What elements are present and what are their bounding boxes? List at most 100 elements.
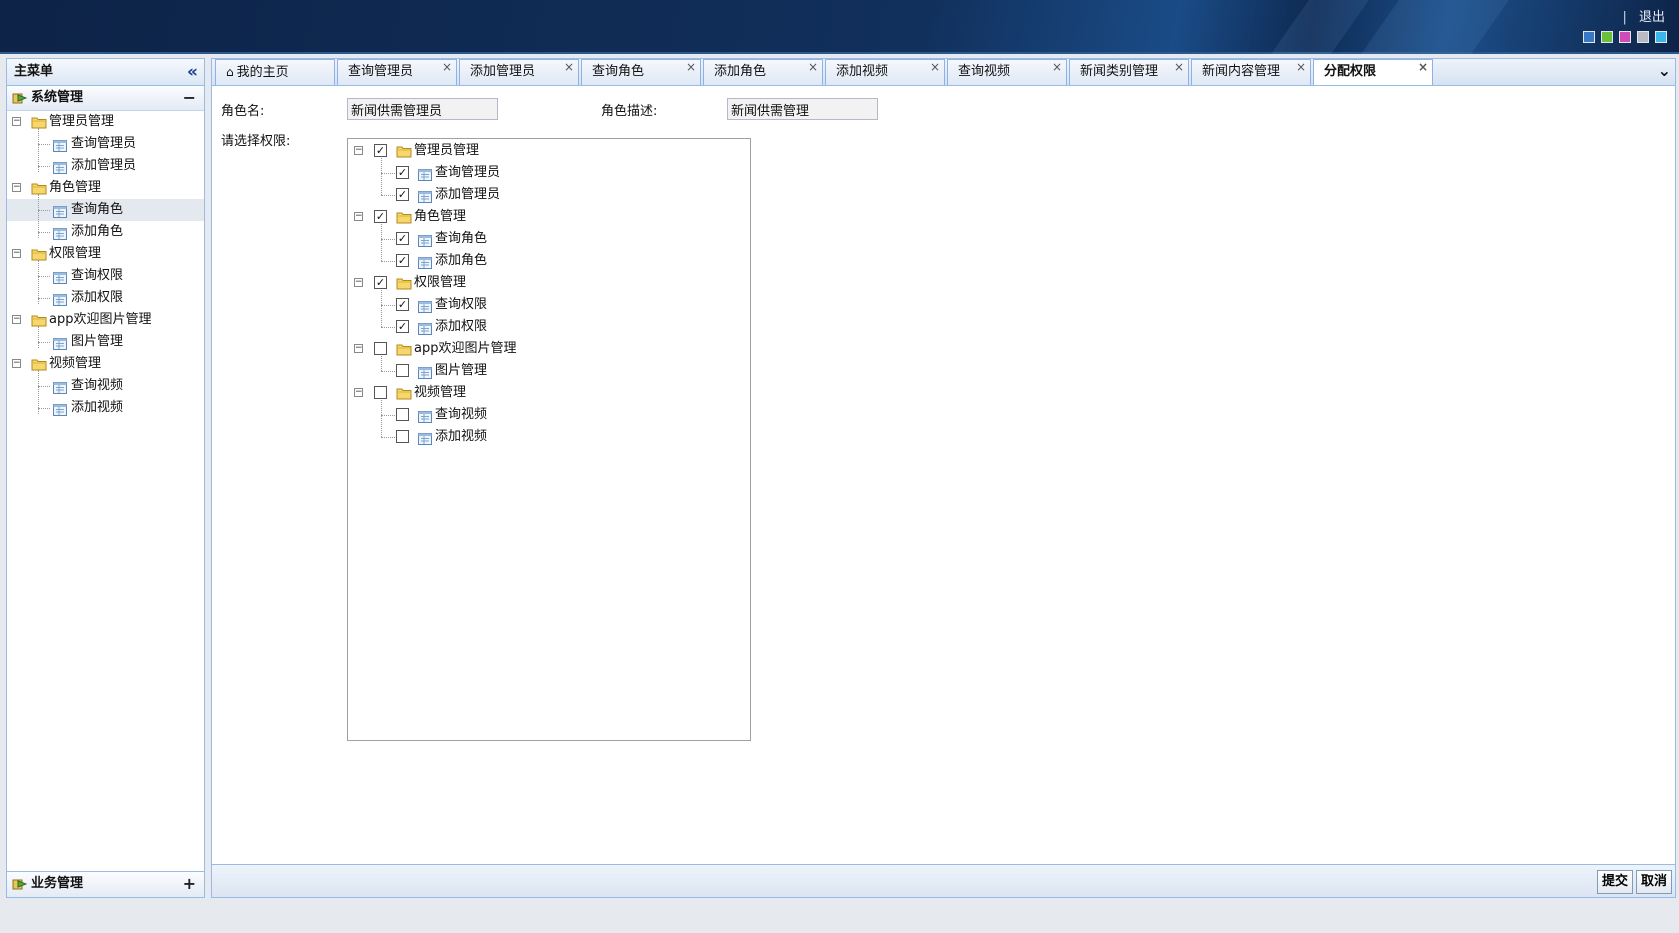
sidebar-item[interactable]: 查询角色	[7, 199, 204, 221]
form-footer: 提交 取消	[212, 864, 1675, 897]
nav-group-row[interactable]: − 权限管理	[7, 243, 204, 265]
check-mark: ✓	[397, 320, 408, 333]
permission-checkbox[interactable]: ✓	[374, 276, 387, 289]
permission-checkbox[interactable]: ✓	[396, 320, 409, 333]
tab-item[interactable]: ⌂ 我的主页	[215, 59, 335, 85]
theme-swatch-pink[interactable]	[1619, 31, 1631, 43]
tab-scroll-down-icon[interactable]: ⌄	[1658, 61, 1671, 80]
permission-checkbox[interactable]: ✓	[396, 188, 409, 201]
tab-close-icon[interactable]: ×	[1174, 55, 1184, 79]
sidebar-collapse-button[interactable]: «	[187, 59, 198, 85]
page-icon	[53, 292, 67, 306]
collapse-icon[interactable]: −	[12, 183, 21, 192]
tab-item[interactable]: 添加角色 ×	[703, 59, 823, 85]
collapse-icon[interactable]: −	[354, 278, 363, 287]
header-decoration	[1361, 0, 1509, 54]
theme-swatch-green[interactable]	[1601, 31, 1613, 43]
sidebar-item[interactable]: 添加视频	[7, 397, 204, 419]
folder-icon	[31, 313, 47, 327]
nav-group-row[interactable]: − 角色管理	[7, 177, 204, 199]
logout-link[interactable]: 退出	[1639, 10, 1665, 25]
permission-checkbox[interactable]: ✓	[396, 298, 409, 311]
permission-checkbox[interactable]: ✓	[396, 232, 409, 245]
permission-checkbox[interactable]	[374, 386, 387, 399]
permission-checkbox[interactable]: ✓	[396, 254, 409, 267]
permission-item-row: ✓ 添加管理员	[348, 184, 750, 206]
page-icon	[53, 138, 67, 152]
sidebar-item-label: 添加权限	[71, 290, 124, 305]
submit-button[interactable]: 提交	[1596, 870, 1633, 894]
tab-close-icon[interactable]: ×	[930, 55, 940, 79]
permission-checkbox[interactable]	[396, 430, 409, 443]
theme-swatch-cyan[interactable]	[1655, 31, 1667, 43]
check-mark: ✓	[397, 232, 408, 245]
role-name-field[interactable]	[347, 98, 498, 120]
nav-group-row[interactable]: − 视频管理	[7, 353, 204, 375]
tab-close-icon[interactable]: ×	[1418, 55, 1428, 79]
role-description-field[interactable]	[727, 98, 878, 120]
sidebar-item-label: 添加管理员	[71, 158, 137, 173]
tab-close-icon[interactable]: ×	[1052, 55, 1062, 79]
cancel-button[interactable]: 取消	[1635, 870, 1672, 894]
header-decoration	[1271, 0, 1369, 54]
folder-icon	[31, 115, 47, 129]
tab-label: 查询视频	[958, 64, 1011, 79]
accordion-system-management[interactable]: 系统管理 −	[7, 86, 204, 111]
collapse-icon[interactable]: −	[354, 212, 363, 221]
sidebar-item[interactable]: 查询视频	[7, 375, 204, 397]
permission-item-row: ✓ 添加角色	[348, 250, 750, 272]
tab-label: 查询管理员	[348, 64, 414, 79]
tab-close-icon[interactable]: ×	[808, 55, 818, 79]
sidebar-item[interactable]: 添加管理员	[7, 155, 204, 177]
tab-label: 新闻类别管理	[1080, 64, 1159, 79]
accordion-business-management[interactable]: 业务管理 +	[7, 872, 204, 897]
theme-swatch-blue[interactable]	[1583, 31, 1595, 43]
tab-close-icon[interactable]: ×	[442, 55, 452, 79]
permission-item-label: 添加视频	[435, 429, 488, 444]
tab-close-icon[interactable]: ×	[686, 55, 696, 79]
theme-swatch-gray[interactable]	[1637, 31, 1649, 43]
permission-item-label: 查询管理员	[435, 165, 501, 180]
collapse-icon[interactable]: −	[354, 388, 363, 397]
nav-group-row[interactable]: − app欢迎图片管理	[7, 309, 204, 331]
sidebar-item[interactable]: 添加角色	[7, 221, 204, 243]
tab-close-icon[interactable]: ×	[1296, 55, 1306, 79]
accordion-expand-icon[interactable]: +	[183, 872, 196, 896]
collapse-icon[interactable]: −	[12, 249, 21, 258]
folder-icon	[396, 210, 412, 224]
tab-item[interactable]: 新闻类别管理 ×	[1069, 59, 1189, 85]
tab-item[interactable]: 新闻内容管理 ×	[1191, 59, 1311, 85]
tab-item[interactable]: 查询管理员 ×	[337, 59, 457, 85]
folder-icon	[31, 181, 47, 195]
sidebar-item[interactable]: 查询管理员	[7, 133, 204, 155]
collapse-icon[interactable]: −	[12, 315, 21, 324]
tab-item[interactable]: 分配权限 ×	[1313, 59, 1433, 86]
permission-checkbox[interactable]: ✓	[396, 166, 409, 179]
tab-item[interactable]: 添加视频 ×	[825, 59, 945, 85]
tab-close-icon[interactable]: ×	[564, 55, 574, 79]
tab-item[interactable]: 查询视频 ×	[947, 59, 1067, 85]
permission-checkbox[interactable]: ✓	[374, 210, 387, 223]
nav-tree: − 管理员管理 查询管理员添加管理员 − 角色管理 查询角色 添加角色 − 权限管理 查询权限添加…	[7, 111, 204, 419]
collapse-icon[interactable]: −	[354, 146, 363, 155]
permission-checkbox[interactable]	[374, 342, 387, 355]
sidebar-item[interactable]: 查询权限	[7, 265, 204, 287]
tab-item[interactable]: 添加管理员 ×	[459, 59, 579, 85]
folder-icon	[396, 386, 412, 400]
sidebar-item[interactable]: 添加权限	[7, 287, 204, 309]
permission-checkbox[interactable]	[396, 364, 409, 377]
permission-item-row: ✓ 查询权限	[348, 294, 750, 316]
nav-group-row[interactable]: − 管理员管理	[7, 111, 204, 133]
permission-checkbox[interactable]: ✓	[374, 144, 387, 157]
permission-checkbox[interactable]	[396, 408, 409, 421]
collapse-icon[interactable]: −	[354, 344, 363, 353]
sidebar-item[interactable]: 图片管理	[7, 331, 204, 353]
sidebar-item-label: 添加视频	[71, 400, 124, 415]
permission-group-row: − 视频管理	[348, 382, 750, 404]
collapse-icon[interactable]: −	[12, 117, 21, 126]
tab-item[interactable]: 查询角色 ×	[581, 59, 701, 85]
collapse-icon[interactable]: −	[12, 359, 21, 368]
accordion-collapse-icon[interactable]: −	[183, 86, 196, 110]
page-icon	[418, 409, 432, 423]
permission-item-row: ✓ 查询管理员	[348, 162, 750, 184]
